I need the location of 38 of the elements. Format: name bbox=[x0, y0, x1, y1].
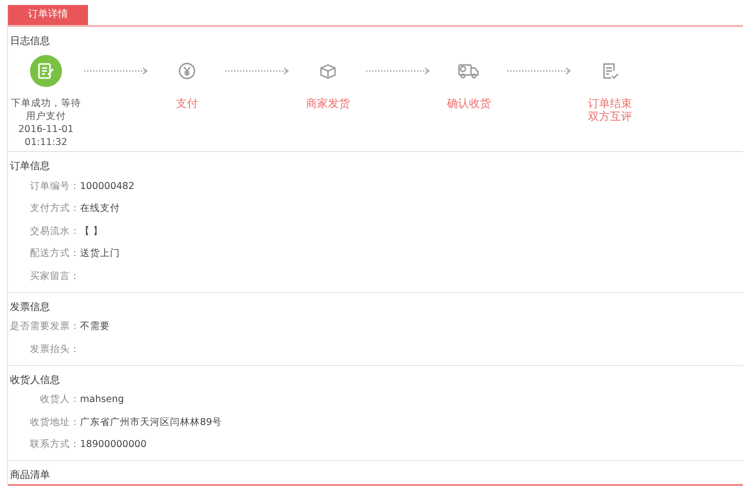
step-label: 支付 bbox=[176, 97, 198, 110]
step-label: 商家发货 bbox=[306, 97, 350, 110]
checklist-icon bbox=[601, 62, 619, 80]
box-icon bbox=[319, 62, 337, 80]
field-label: 订单编号： bbox=[29, 180, 80, 193]
dotted-arrow bbox=[366, 67, 431, 76]
field-label: 买家留言： bbox=[29, 270, 80, 283]
step-label: 下单成功，等待 用户支付 2016-11-01 01:11:32 bbox=[11, 97, 81, 150]
section-title: 日志信息 bbox=[9, 34, 51, 49]
section-title: 订单信息 bbox=[9, 160, 51, 174]
field-value: mahseng bbox=[80, 394, 124, 406]
field-value: 100000482 bbox=[80, 180, 134, 192]
step-label: 确认收货 bbox=[447, 97, 491, 110]
field-label: 收货地址： bbox=[29, 416, 80, 429]
field-label: 发票抬头： bbox=[29, 342, 80, 356]
field-label: 配送方式： bbox=[29, 247, 80, 260]
step-label: 订单结束 双方互评 bbox=[588, 97, 632, 124]
field-label: 是否需要发票： bbox=[9, 320, 80, 334]
field-value: 送货上门 bbox=[80, 247, 120, 260]
field-label: 支付方式： bbox=[29, 202, 80, 216]
dotted-arrow bbox=[84, 67, 149, 76]
field-value: 在线支付 bbox=[80, 202, 120, 216]
field-value: 18900000000 bbox=[80, 439, 146, 450]
truck-icon bbox=[458, 62, 480, 80]
edit-icon bbox=[37, 62, 55, 80]
section-title: 收货人信息 bbox=[9, 374, 61, 388]
field-value: 不需要 bbox=[80, 320, 110, 334]
yen-icon bbox=[178, 62, 196, 80]
field-label: 收货人： bbox=[39, 393, 80, 406]
field-value: 广东省广州市天河区闫林林89号 bbox=[80, 416, 222, 429]
dotted-arrow bbox=[507, 67, 572, 76]
dotted-arrow bbox=[225, 67, 290, 76]
field-label: 交易流水： bbox=[29, 224, 80, 238]
section-title: 商品清单 bbox=[9, 468, 51, 483]
order-details-tab[interactable]: 订单详情 bbox=[8, 5, 88, 25]
field-value: 【 】 bbox=[80, 224, 104, 238]
section-title: 发票信息 bbox=[9, 300, 51, 314]
field-label: 联系方式： bbox=[29, 438, 80, 452]
